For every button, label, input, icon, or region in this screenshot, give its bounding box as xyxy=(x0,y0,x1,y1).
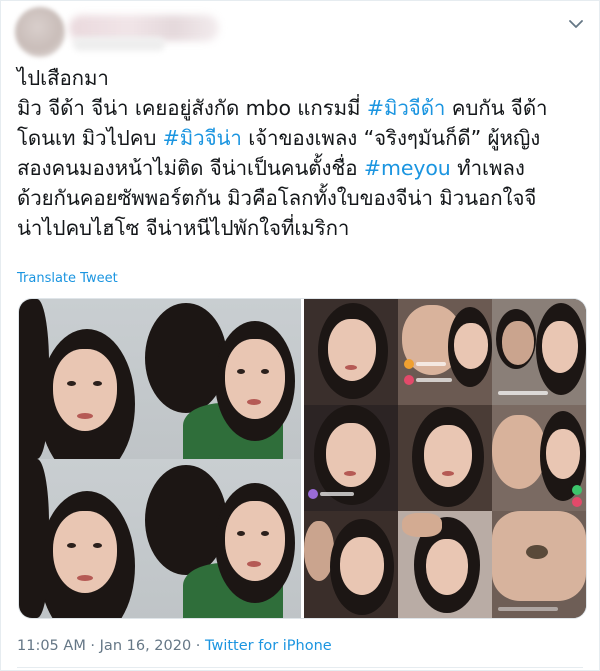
stream-frame xyxy=(304,511,398,618)
photo-frame xyxy=(19,299,139,459)
tweet-text-segment: ไปเสือกมา xyxy=(17,66,109,90)
tweet-text-segment: คบกัน จีด้า xyxy=(445,96,548,120)
tweet-text-line: ไปเสือกมา xyxy=(17,63,587,93)
tweet-text-segment: สองคนมองหน้าไม่ติด จีน่าเป็นคนตั้งชื่อ xyxy=(17,156,364,180)
tweet-text: ไปเสือกมามิว จีด้า จีน่า เคยอยู่สังกัด m… xyxy=(17,63,587,243)
chevron-down-icon[interactable] xyxy=(565,13,587,35)
tweet-text-segment: น่าไปคบไฮโซ จีน่าหนีไปพักใจที่เมริกา xyxy=(17,216,350,240)
tweet-card: ไปเสือกมามิว จีด้า จีน่า เคยอยู่สังกัด m… xyxy=(0,0,600,671)
tweet-text-line: น่าไปคบไฮโซ จีน่าหนีไปพักใจที่เมริกา xyxy=(17,213,587,243)
stream-frame xyxy=(398,299,492,405)
tweet-text-line: มิว จีด้า จีน่า เคยอยู่สังกัด mbo แกรมมี… xyxy=(17,93,587,123)
stream-frame xyxy=(304,299,398,405)
timestamp[interactable]: 11:05 AM · Jan 16, 2020 · xyxy=(17,638,205,654)
tweet-media[interactable] xyxy=(18,298,587,619)
photo-frame xyxy=(139,299,301,459)
photo-frame xyxy=(19,459,139,618)
tweet-text-segment: ด้วยกันคอยซัพพอร์ตกัน มิวคือโลกทั้งใบของ… xyxy=(17,186,537,210)
media-photo-right[interactable] xyxy=(304,299,586,618)
stream-frame xyxy=(492,405,586,511)
tweet-text-segment: ทำเพลง xyxy=(450,156,525,180)
tweet-text-line: โดนเท มิวไปคบ #มิวจีน่า เจ้าของเพลง “จริ… xyxy=(17,123,587,153)
avatar[interactable] xyxy=(15,7,65,57)
tweet-text-line: ด้วยกันคอยซัพพอร์ตกัน มิวคือโลกทั้งใบของ… xyxy=(17,183,587,213)
tweet-text-segment: มิว จีด้า จีน่า เคยอยู่สังกัด mbo แกรมมี… xyxy=(17,96,367,120)
stream-frame xyxy=(398,511,492,618)
stream-frame xyxy=(304,405,398,511)
stream-frame xyxy=(398,405,492,511)
tweet-header xyxy=(1,1,599,61)
translate-tweet-link[interactable]: Translate Tweet xyxy=(17,271,118,286)
hashtag-link[interactable]: #มิวจีน่า xyxy=(163,126,242,150)
blurred-username[interactable] xyxy=(73,37,165,51)
tweet-text-line: สองคนมองหน้าไม่ติด จีน่าเป็นคนตั้งชื่อ #… xyxy=(17,153,587,183)
hashtag-link[interactable]: #มิวจีด้า xyxy=(367,96,446,120)
media-photo-left[interactable] xyxy=(19,299,301,618)
stream-frame xyxy=(492,511,586,618)
tweet-text-segment: เจ้าของเพลง “จริงๆมันก็ดี” ผู้หญิง xyxy=(241,126,541,150)
client-link[interactable]: Twitter for iPhone xyxy=(205,638,332,654)
tweet-text-segment: โดนเท มิวไปคบ xyxy=(17,126,163,150)
hashtag-link[interactable]: #meyou xyxy=(364,156,451,180)
photo-frame xyxy=(139,459,301,618)
divider xyxy=(17,667,583,668)
stream-frame xyxy=(492,299,586,405)
tweet-footer: 11:05 AM · Jan 16, 2020 · Twitter for iP… xyxy=(17,638,332,654)
